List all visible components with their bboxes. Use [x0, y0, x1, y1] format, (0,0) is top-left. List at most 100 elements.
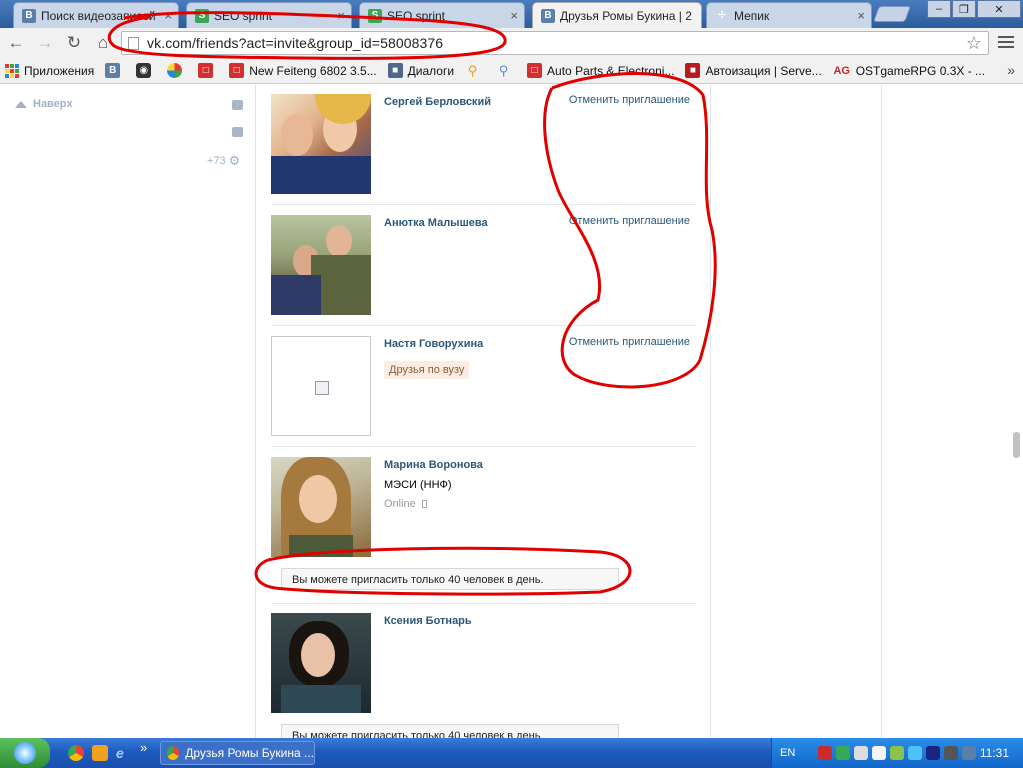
back-arrow-icon[interactable]: ←: [5, 32, 27, 54]
windows-logo-icon: [14, 742, 36, 764]
window-close-button[interactable]: ✕: [977, 0, 1021, 18]
gear-icon[interactable]: ⚙: [229, 153, 241, 169]
vk-icon: В: [105, 63, 121, 78]
seosprint-icon: S: [368, 8, 382, 23]
invite-limit-notice: Вы можете пригласить только 40 человек в…: [281, 568, 619, 590]
bookmark-pin-1[interactable]: ⚲: [465, 63, 485, 78]
browser-toolbar: ← → ↻ ⌂ vk.com/friends?act=invite&group_…: [0, 28, 1023, 58]
close-icon[interactable]: ×: [857, 8, 865, 23]
star-icon[interactable]: ☆: [966, 33, 982, 54]
address-bar[interactable]: vk.com/friends?act=invite&group_id=58008…: [121, 31, 989, 55]
bookmarks-overflow-icon[interactable]: »: [1007, 62, 1015, 78]
ag-icon: AG: [833, 64, 850, 77]
new-tab-button[interactable]: [873, 6, 911, 22]
network-icon[interactable]: [872, 746, 886, 760]
serve-icon: ■: [685, 63, 701, 78]
bookmark-picasa[interactable]: [167, 63, 187, 78]
bookmark-serve[interactable]: ■ Автоизация | Serve...: [685, 63, 822, 78]
bookmark-cart[interactable]: □: [198, 63, 218, 78]
forward-arrow-icon[interactable]: →: [34, 32, 56, 54]
apps-icon: [5, 63, 19, 78]
tab-seo-sprint-2[interactable]: S SEO sprint ×: [359, 2, 525, 28]
speech-bubble-icon: ■: [387, 63, 403, 78]
bookmark-label: Auto Parts & Electroni...: [547, 63, 675, 78]
home-icon[interactable]: ⌂: [92, 32, 114, 54]
tab-mepik[interactable]: ✢ Мепик ×: [706, 2, 872, 28]
bookmark-camera[interactable]: ◉: [136, 63, 156, 78]
scrollbar-thumb[interactable]: [1013, 432, 1020, 458]
vk-icon[interactable]: [962, 746, 976, 760]
tray-app-icon[interactable]: [926, 746, 940, 760]
avatar[interactable]: [271, 613, 371, 713]
cancel-invite-link[interactable]: Отменить приглашение: [569, 336, 690, 348]
bookmark-auto-parts[interactable]: □ Auto Parts & Electroni...: [527, 63, 674, 78]
divider: [271, 446, 697, 447]
internet-explorer-icon[interactable]: e: [116, 745, 132, 761]
count-label: +73: [207, 155, 226, 167]
url-text[interactable]: vk.com/friends?act=invite&group_id=58008…: [147, 35, 443, 51]
friend-row: Ксения Ботнарь: [271, 613, 697, 738]
taskbar-window-chrome[interactable]: Друзья Ромы Букина ...: [160, 741, 315, 765]
avatar[interactable]: [271, 215, 371, 315]
close-icon[interactable]: ×: [337, 8, 345, 23]
tray-app-icon[interactable]: [944, 746, 958, 760]
tab-video-search[interactable]: В Поиск видеозаписей ×: [13, 2, 179, 28]
menu-icon[interactable]: [998, 34, 1014, 50]
speaker-icon[interactable]: [854, 746, 868, 760]
bookmark-label: New Feiteng 6802 3.5...: [249, 63, 377, 78]
tab-title: SEO sprint: [387, 8, 446, 23]
bookmark-pin-2[interactable]: ⚲: [496, 63, 516, 78]
friend-name[interactable]: Сергей Берловский: [384, 96, 491, 108]
bookmark-dialogs[interactable]: ■ Диалоги: [387, 63, 454, 78]
invite-limit-notice: Вы можете пригласить только 40 человек в…: [281, 724, 619, 738]
chrome-icon[interactable]: [68, 745, 84, 761]
tab-friends-active[interactable]: В Друзья Ромы Букина | 2: [532, 2, 702, 28]
broken-image-icon: [315, 381, 329, 395]
seosprint-icon: S: [195, 8, 209, 23]
bookmark-ostgame[interactable]: AG OSTgameRPG 0.3X - ...: [833, 63, 985, 78]
h-app-icon[interactable]: [92, 745, 108, 761]
bookmark-feiteng[interactable]: □ New Feiteng 6802 3.5...: [229, 63, 377, 78]
map-pin-icon: ⚲: [498, 62, 509, 78]
language-indicator[interactable]: EN: [780, 747, 795, 759]
cart-icon: □: [229, 63, 245, 78]
tray-app-icon[interactable]: [836, 746, 850, 760]
cancel-invite-link[interactable]: Отменить приглашение: [569, 94, 690, 106]
windows-taskbar: e » Друзья Ромы Букина ... EN 11:31: [0, 738, 1023, 768]
avatar-broken-image[interactable]: [271, 336, 371, 436]
reload-icon[interactable]: ↻: [63, 32, 85, 54]
envelope-icon[interactable]: [232, 100, 243, 110]
speech-bubble-icon[interactable]: [232, 127, 243, 137]
bookmark-apps[interactable]: Приложения: [5, 63, 94, 78]
friend-name[interactable]: Настя Говорухина: [384, 338, 483, 350]
minimize-button[interactable]: –: [927, 0, 951, 18]
avatar[interactable]: [271, 457, 371, 557]
picasa-icon: [167, 63, 183, 78]
avatar[interactable]: [271, 94, 371, 194]
taskbar-window-title: Друзья Ромы Букина ...: [185, 746, 314, 760]
close-icon[interactable]: ×: [510, 8, 518, 23]
close-icon[interactable]: ×: [164, 8, 172, 23]
tab-seo-sprint-1[interactable]: S SEO sprint ×: [186, 2, 352, 28]
tab-title: Поиск видеозаписей: [41, 8, 156, 23]
up-arrow-icon: [15, 100, 27, 108]
bookmark-label: Автоизация | Serve...: [705, 63, 822, 78]
friend-name[interactable]: Марина Воронова: [384, 459, 483, 471]
scroll-to-top-button[interactable]: Наверх: [15, 98, 73, 110]
bookmark-label: OSTgameRPG 0.3X - ...: [855, 63, 986, 78]
mepik-icon: ✢: [717, 10, 727, 21]
mobile-phone-icon: [421, 500, 427, 508]
maximize-button[interactable]: ❐: [952, 0, 976, 18]
quicklaunch-overflow-icon[interactable]: »: [140, 740, 156, 756]
system-tray: EN 11:31: [771, 738, 1023, 768]
tray-app-icon[interactable]: [890, 746, 904, 760]
tray-app-icon[interactable]: [818, 746, 832, 760]
tray-app-icon[interactable]: [908, 746, 922, 760]
notifications-counter[interactable]: +73 ⚙: [207, 153, 240, 169]
online-status-text: Online: [384, 498, 416, 510]
start-button[interactable]: [0, 738, 50, 768]
cancel-invite-link[interactable]: Отменить приглашение: [569, 215, 690, 227]
friend-name[interactable]: Анютка Малышева: [384, 217, 488, 229]
bookmark-vk[interactable]: В: [105, 63, 125, 78]
friend-name[interactable]: Ксения Ботнарь: [384, 615, 472, 627]
